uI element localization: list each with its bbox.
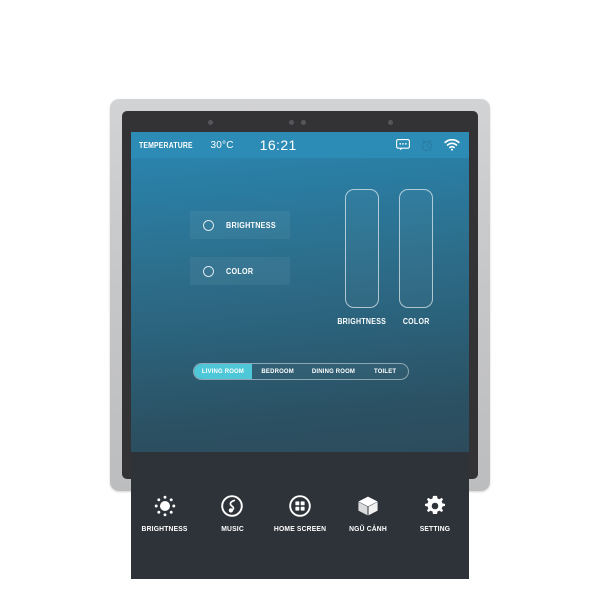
slider-label: COLOR [403,317,430,326]
nav-item-brightness[interactable]: BRIGHTNESS [132,493,198,533]
nav-label: BRIGHTNESS [141,524,188,533]
nav-label: MUSIC [221,524,244,533]
room-tab-label: BEDROOM [261,368,295,375]
sensor-dot-row [122,111,478,133]
room-tab-label: LIVING ROOM [201,368,245,375]
nav-item-music[interactable]: MUSIC [199,493,265,533]
nav-item-home-screen[interactable]: HOME SCREEN [267,493,333,533]
room-tab-dining-room[interactable]: DINING ROOM [304,364,362,379]
room-tab-living-room[interactable]: LIVING ROOM [194,364,252,379]
slider-track[interactable] [344,189,379,308]
sensor-dot [289,120,294,125]
slider-label: BRIGHTNESS [337,317,387,326]
nav-label: HOME SCREEN [273,524,327,533]
nav-label: SETTING [419,524,451,533]
room-tab-bedroom[interactable]: BEDROOM [252,364,304,379]
cube-icon [356,493,380,519]
sensor-dot [208,120,213,125]
sun-icon [153,493,177,519]
bottom-navigation-bar: BRIGHTNESS MUSIC HOME SCREEN NGŨ CẢNH SE… [131,479,469,579]
status-bar: TEMPERATURE 30°C 16:21 [131,132,469,158]
clock-time: 16:21 [259,137,297,153]
slider-group: BRIGHTNESS COLOR [334,189,434,326]
music-note-circle-icon [220,493,244,519]
gear-icon [423,493,447,519]
option-label: BRIGHTNESS [226,220,276,230]
screenshot-canvas: TEMPERATURE 30°C 16:21 BRIGHTNESS COLOR … [0,0,600,600]
nav-item-setting[interactable]: SETTING [402,493,468,533]
status-icon-group [396,139,460,152]
grid-circle-icon [288,493,312,519]
temperature-value: 30°C [210,139,234,151]
option-color[interactable]: COLOR [190,257,290,285]
color-slider[interactable]: COLOR [399,189,434,326]
nav-item-ngu-canh[interactable]: NGŨ CẢNH [335,493,401,533]
message-icon[interactable] [396,139,410,151]
nav-label: NGŨ CẢNH [348,524,387,533]
option-label: COLOR [226,266,254,276]
slider-track[interactable] [399,189,434,308]
device-bezel: TEMPERATURE 30°C 16:21 BRIGHTNESS COLOR … [122,111,478,579]
radio-button-icon[interactable] [203,219,214,231]
room-tab-label: TOILET [373,368,397,375]
wifi-icon[interactable] [444,139,460,151]
alarm-clock-icon[interactable] [421,139,433,152]
room-tab-label: DINING ROOM [311,368,355,375]
radio-button-icon[interactable] [203,265,214,277]
nav-divider-strip [131,452,469,479]
option-brightness[interactable]: BRIGHTNESS [190,211,290,239]
room-tab-toilet[interactable]: TOILET [362,364,408,379]
temperature-label: TEMPERATURE [139,140,193,150]
device-outer-frame: TEMPERATURE 30°C 16:21 BRIGHTNESS COLOR … [110,99,490,579]
sensor-dot [301,120,306,125]
touch-screen: TEMPERATURE 30°C 16:21 BRIGHTNESS COLOR … [131,132,469,452]
brightness-slider[interactable]: BRIGHTNESS [334,189,389,326]
sensor-dot [388,120,393,125]
room-tab-bar: LIVING ROOM BEDROOM DINING ROOM TOILET [193,363,409,380]
